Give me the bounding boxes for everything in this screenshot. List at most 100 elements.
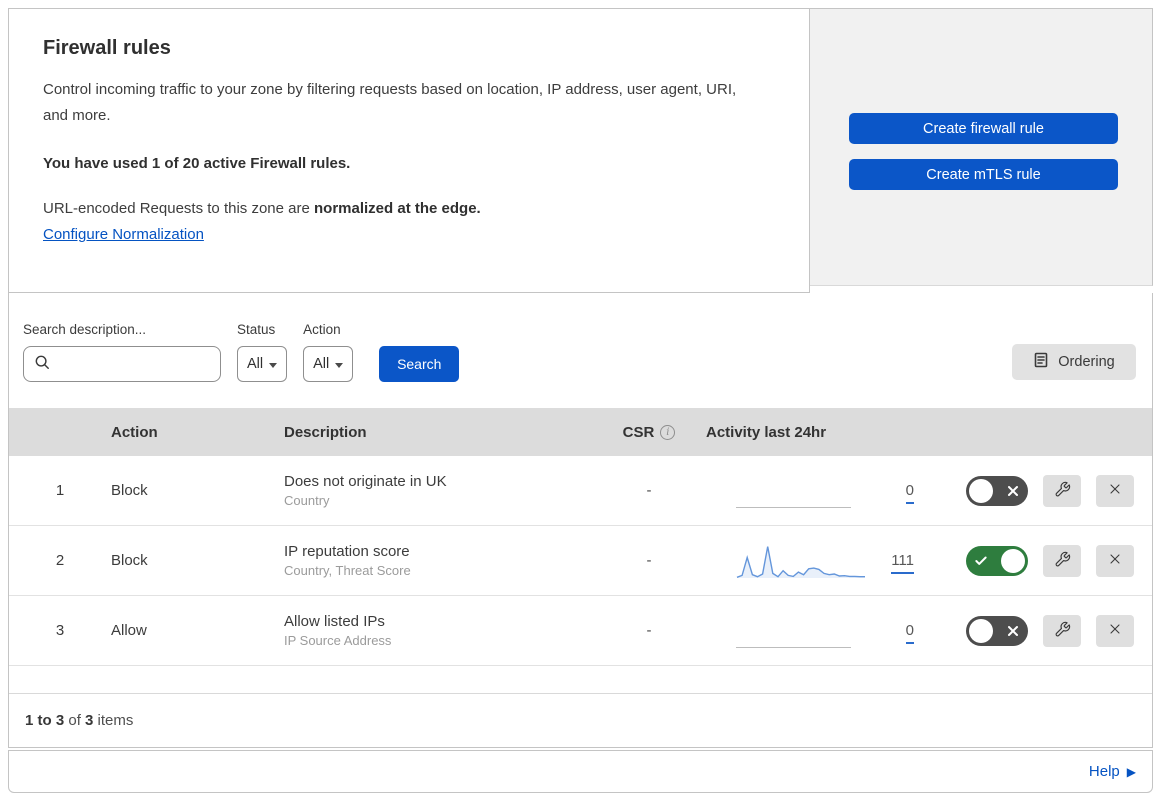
of-text: of <box>64 712 86 729</box>
wrench-icon <box>1054 551 1071 571</box>
rule-controls <box>922 544 1152 577</box>
rule-fields: Country <box>284 493 330 508</box>
delete-rule-button[interactable] <box>1096 614 1134 647</box>
help-link-label: Help <box>1088 763 1120 780</box>
status-label: Status <box>237 322 276 337</box>
create-firewall-rule-button[interactable]: Create firewall rule <box>849 113 1118 144</box>
activity-count-link[interactable]: 0 <box>905 481 914 504</box>
info-icon[interactable]: i <box>660 424 676 440</box>
edit-rule-button[interactable] <box>1043 544 1081 577</box>
item-range: 1 to 3 <box>25 712 65 729</box>
help-bar: Help ▶ <box>8 750 1153 793</box>
normalization-bold: normalized at the edge. <box>314 199 481 217</box>
rule-description: IP reputation score <box>284 543 410 560</box>
action-select[interactable]: All <box>303 346 354 382</box>
status-filter-group: Status All <box>237 322 288 382</box>
activity-count-link[interactable]: 0 <box>905 621 914 644</box>
chevron-down-icon <box>269 362 278 368</box>
items-text: items <box>93 712 134 729</box>
rule-description-cell: Does not originate in UK Country <box>284 473 604 508</box>
toggle-knob <box>1001 548 1025 573</box>
activity-column-header: Activity last 24hr <box>706 423 827 441</box>
status-select-value: All <box>247 356 264 372</box>
filter-bar: Search description... Status All Action <box>9 293 1152 408</box>
page-description: Control incoming traffic to your zone by… <box>43 81 737 125</box>
csr-header-label: CSR <box>622 423 655 441</box>
close-icon <box>1107 481 1123 500</box>
create-mtls-rule-button[interactable]: Create mTLS rule <box>849 159 1118 190</box>
action-label: Action <box>303 322 341 337</box>
rule-description: Allow listed IPs <box>284 613 385 630</box>
close-icon <box>1107 621 1123 640</box>
rule-priority: 3 <box>55 622 65 639</box>
table-header: Action Description CSR i Activity last 2… <box>9 408 1152 456</box>
rule-description-cell: Allow listed IPs IP Source Address <box>284 613 604 648</box>
delete-rule-button[interactable] <box>1096 544 1134 577</box>
search-input[interactable] <box>58 356 212 372</box>
table-bottom-divider <box>9 666 1152 694</box>
activity-count-link[interactable]: 111 <box>891 551 914 574</box>
edit-rule-button[interactable] <box>1043 614 1081 647</box>
wrench-icon <box>1054 481 1071 501</box>
rule-fields: Country, Threat Score <box>284 563 411 578</box>
page-title: Firewall rules <box>43 37 171 59</box>
activity-sparkline-flat <box>736 472 866 510</box>
chevron-down-icon <box>335 362 344 368</box>
rule-action: Block <box>111 482 148 499</box>
edit-rule-button[interactable] <box>1043 474 1081 507</box>
toggle-knob <box>969 618 993 643</box>
table-row: 2 Block IP reputation score Country, Thr… <box>9 526 1152 596</box>
search-icon <box>34 354 50 375</box>
rule-description-cell: IP reputation score Country, Threat Scor… <box>284 543 604 578</box>
rule-action: Allow <box>111 622 147 639</box>
rule-controls <box>922 614 1152 647</box>
action-column-header: Action <box>111 423 158 441</box>
top-section: Firewall rules Control incoming traffic … <box>8 8 1153 293</box>
rule-controls <box>922 474 1152 507</box>
pagination-summary: 1 to 3 of 3 items <box>9 694 1152 747</box>
rule-priority: 1 <box>55 482 65 499</box>
toggle-knob <box>969 478 993 503</box>
usage-summary: You have used 1 of 20 active Firewall ru… <box>43 154 351 172</box>
ordering-button-label: Ordering <box>1058 354 1115 370</box>
rule-enabled-toggle[interactable] <box>966 615 1028 646</box>
firewall-rules-page: Firewall rules Control incoming traffic … <box>0 0 1161 801</box>
rule-csr-value: - <box>646 622 652 639</box>
search-button[interactable]: Search <box>379 346 460 382</box>
csr-column-header: CSR i <box>604 424 694 441</box>
arrow-right-icon: ▶ <box>1126 764 1136 779</box>
rule-enabled-toggle[interactable] <box>966 545 1028 576</box>
rule-action: Block <box>111 552 148 569</box>
description-column-header: Description <box>284 423 367 441</box>
rule-csr-value: - <box>646 482 652 499</box>
search-label: Search description... <box>23 322 147 337</box>
overview-card: Firewall rules Control incoming traffic … <box>8 8 810 293</box>
delete-rule-button[interactable] <box>1096 474 1134 507</box>
configure-normalization-link[interactable]: Configure Normalization <box>43 226 204 243</box>
activity-sparkline-flat <box>736 612 866 650</box>
rule-enabled-toggle[interactable] <box>966 475 1028 506</box>
ordering-list-icon <box>1033 352 1049 372</box>
toggle-on-check-icon <box>974 554 988 568</box>
normalization-text: URL-encoded Requests to this zone are <box>43 199 310 217</box>
ordering-button[interactable]: Ordering <box>1012 344 1136 380</box>
rule-fields: IP Source Address <box>284 633 392 648</box>
search-input-box[interactable] <box>23 346 221 382</box>
rule-priority: 2 <box>55 552 65 569</box>
rule-activity-cell: 0 <box>694 456 922 525</box>
rule-csr-value: - <box>646 552 652 569</box>
normalization-note: URL-encoded Requests to this zone are no… <box>43 200 775 217</box>
help-link[interactable]: Help ▶ <box>1089 763 1136 780</box>
rule-description: Does not originate in UK <box>284 473 447 490</box>
table-row: 3 Allow Allow listed IPs IP Source Addre… <box>9 596 1152 666</box>
wrench-icon <box>1054 621 1071 641</box>
search-group: Search description... <box>23 322 221 382</box>
action-filter-group: Action All <box>303 322 354 382</box>
toggle-off-x-icon <box>1007 625 1019 637</box>
rule-activity-cell: 111 <box>694 526 922 595</box>
status-select[interactable]: All <box>237 346 288 382</box>
activity-sparkline-chart <box>736 542 866 580</box>
action-select-value: All <box>313 356 330 372</box>
table-row: 1 Block Does not originate in UK Country… <box>9 456 1152 526</box>
close-icon <box>1107 551 1123 570</box>
